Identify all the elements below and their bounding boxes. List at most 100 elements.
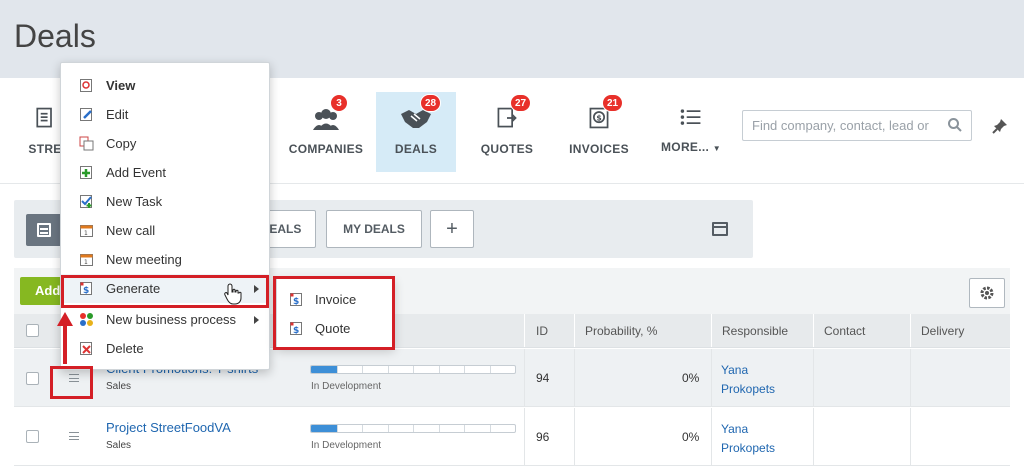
chevron-down-icon: ▼ xyxy=(712,144,721,153)
stream-icon xyxy=(36,107,52,128)
red-arrow-icon xyxy=(57,312,73,364)
task-icon xyxy=(80,195,92,208)
call-icon: 1 xyxy=(80,225,93,237)
window-icon[interactable] xyxy=(712,222,728,236)
add-event-icon xyxy=(80,166,92,179)
grid-settings-button[interactable] xyxy=(969,278,1005,308)
svg-text:$: $ xyxy=(83,286,89,296)
filter-my-deals-button[interactable]: MY DEALS xyxy=(326,210,422,248)
pin-icon[interactable] xyxy=(992,118,1008,134)
row-checkbox[interactable] xyxy=(26,430,39,443)
stage-label: In Development xyxy=(311,381,382,392)
svg-text:1: 1 xyxy=(84,259,88,266)
stage-progress-fill xyxy=(311,425,337,432)
column-header[interactable]: Probability, % xyxy=(585,324,657,338)
menu-item-edit[interactable]: Edit xyxy=(61,100,269,129)
search-box xyxy=(742,110,972,141)
list-view-icon xyxy=(37,223,51,237)
submenu-arrow-icon xyxy=(254,316,259,324)
page-title: Deals xyxy=(14,18,96,54)
responsible-link[interactable]: Yana Prokopets xyxy=(721,361,811,399)
nav-item-label: INVOICES xyxy=(569,142,629,156)
stage-progress-bar[interactable] xyxy=(310,424,516,433)
stage-label: In Development xyxy=(311,440,382,451)
column-header[interactable]: Responsible xyxy=(722,324,788,338)
stage-divider xyxy=(489,366,491,373)
deal-category: Sales xyxy=(106,440,132,451)
stage-divider xyxy=(336,366,338,373)
business-process-icon xyxy=(80,313,93,326)
deal-probability: 0% xyxy=(682,430,700,444)
menu-item-view[interactable]: View xyxy=(61,71,269,100)
svg-text:$: $ xyxy=(293,297,299,307)
svg-text:$: $ xyxy=(293,326,299,336)
deal-id: 96 xyxy=(536,430,550,444)
invoice-doc-icon: $ xyxy=(290,293,302,307)
menu-item-new-business-process[interactable]: New business process xyxy=(61,305,269,334)
column-header[interactable]: Delivery xyxy=(921,324,964,338)
add-deal-button[interactable]: Add xyxy=(20,277,64,305)
nav-item-deals[interactable]: 28 DEALS xyxy=(376,92,456,172)
menu-item-delete[interactable]: Delete xyxy=(61,334,269,363)
stage-divider xyxy=(464,425,465,432)
stage-divider xyxy=(387,425,389,432)
row-checkbox[interactable] xyxy=(26,372,39,385)
generate-submenu: $ Invoice $ Quote xyxy=(276,278,394,348)
menu-item-new-task[interactable]: New Task xyxy=(61,187,269,216)
column-header[interactable]: ID xyxy=(536,324,548,338)
deal-probability: 0% xyxy=(682,371,700,385)
list-view-button[interactable] xyxy=(26,214,62,246)
column-header[interactable]: Contact xyxy=(824,324,865,338)
svg-text:$: $ xyxy=(596,114,601,123)
nav-item-companies[interactable]: 3 COMPANIES xyxy=(284,92,368,172)
nav-item-more[interactable]: MORE... ▼ xyxy=(656,92,726,172)
select-all-checkbox[interactable] xyxy=(26,324,39,337)
deals-badge: 28 xyxy=(420,94,442,112)
stage-divider xyxy=(387,366,389,373)
submenu-item-invoice[interactable]: $ Invoice xyxy=(277,285,393,314)
deal-id: 94 xyxy=(536,371,550,385)
menu-item-copy[interactable]: Copy xyxy=(61,129,269,158)
stage-divider xyxy=(336,425,338,432)
stage-divider xyxy=(362,425,363,432)
copy-icon xyxy=(79,136,94,151)
add-filter-button[interactable]: + xyxy=(430,210,474,248)
nav-item-invoices[interactable]: $ 21 INVOICES xyxy=(562,92,636,172)
stage-divider xyxy=(438,425,440,432)
row-menu-icon[interactable] xyxy=(69,374,79,382)
edit-icon xyxy=(80,108,92,121)
submenu-item-quote[interactable]: $ Quote xyxy=(277,314,393,343)
svg-text:1: 1 xyxy=(84,230,88,237)
stage-divider xyxy=(464,366,465,373)
quotes-badge: 27 xyxy=(510,94,532,112)
deal-title-link[interactable]: Project StreetFoodVA xyxy=(106,420,231,435)
nav-item-label: DEALS xyxy=(394,142,438,156)
invoices-badge: 21 xyxy=(602,94,624,112)
row-context-menu: View Edit Copy Add Event New Task 1 New … xyxy=(60,62,270,370)
stage-divider xyxy=(362,366,363,373)
list-icon xyxy=(680,109,701,125)
gear-icon xyxy=(980,286,994,300)
stage-divider xyxy=(413,425,414,432)
responsible-link[interactable]: Yana Prokopets xyxy=(721,420,811,458)
stage-divider xyxy=(438,366,440,373)
stage-progress-bar[interactable] xyxy=(310,365,516,374)
quote-doc-icon: $ xyxy=(290,322,302,336)
nav-item-label: COMPANIES xyxy=(288,142,364,156)
stage-divider xyxy=(413,366,414,373)
companies-badge: 3 xyxy=(330,94,348,112)
nav-item-quotes[interactable]: 27 QUOTES xyxy=(472,92,542,172)
deal-category: Sales xyxy=(106,381,132,392)
menu-item-new-call[interactable]: 1 New call xyxy=(61,216,269,245)
row-menu-icon[interactable] xyxy=(69,432,79,440)
search-input[interactable] xyxy=(743,111,943,140)
search-icon[interactable] xyxy=(947,117,963,133)
menu-item-add-event[interactable]: Add Event xyxy=(61,158,269,187)
delete-icon xyxy=(80,342,92,355)
hand-cursor-icon xyxy=(224,283,242,305)
menu-item-new-meeting[interactable]: 1 New meeting xyxy=(61,245,269,274)
table-row[interactable]: Project StreetFoodVA Sales In Developmen… xyxy=(14,408,1010,466)
meeting-icon: 1 xyxy=(80,254,93,266)
nav-item-label: QUOTES xyxy=(480,142,534,156)
nav-item-label: MORE... ▼ xyxy=(661,140,721,154)
